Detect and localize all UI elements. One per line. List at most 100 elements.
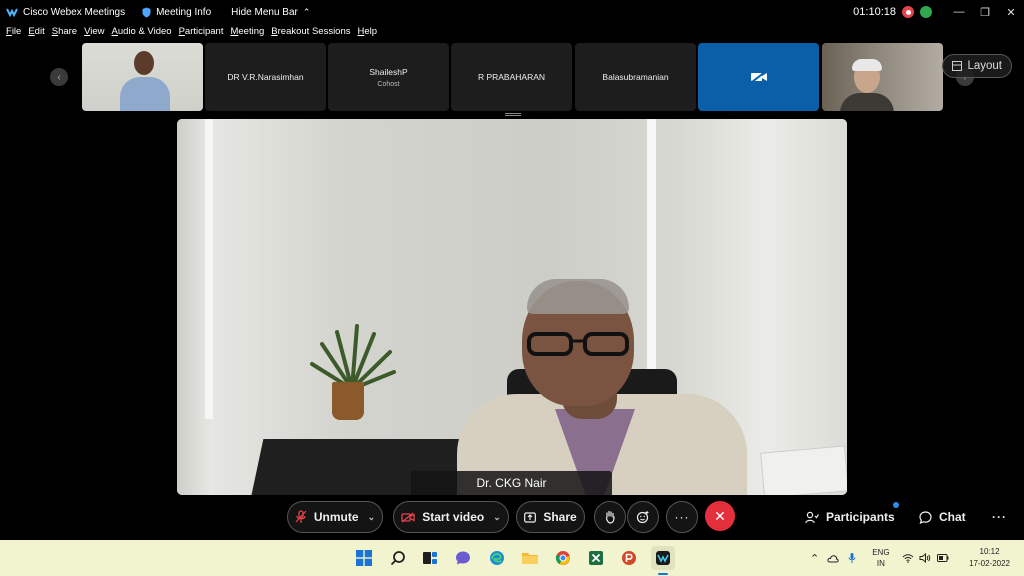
chat-label: Chat (939, 510, 966, 524)
shield-icon (142, 7, 151, 17)
recording-icon[interactable] (902, 6, 914, 18)
active-speaker-video[interactable] (177, 119, 847, 495)
webex-logo-icon (6, 8, 18, 17)
search-icon[interactable] (388, 548, 408, 568)
layout-button[interactable]: Layout (942, 54, 1012, 78)
participant-tile-5[interactable]: Balasubramanian (575, 43, 696, 111)
menu-item-8[interactable]: Help (358, 26, 378, 42)
participant-role: Cohost (377, 80, 400, 88)
participant-name: Balasubramanian (602, 72, 669, 82)
menu-bar: File Edit Share View Audio & Video Participan… (0, 26, 378, 42)
unmute-button[interactable]: Unmute ⌄ (287, 501, 383, 533)
system-clock[interactable]: 10:12 17-02-2022 (969, 546, 1010, 570)
menu-item-2[interactable]: Share (52, 26, 77, 42)
edge-browser-icon[interactable] (487, 548, 507, 568)
active-speaker-name: Dr. CKG Nair (411, 471, 612, 495)
chrome-browser-icon[interactable] (553, 548, 573, 568)
participants-label: Participants (826, 510, 895, 524)
menu-item-1[interactable]: Edit (28, 26, 44, 42)
minimize-icon[interactable]: — (946, 0, 972, 24)
powerpoint-icon[interactable] (619, 548, 639, 568)
chevron-down-icon[interactable]: ⌄ (493, 512, 501, 523)
battery-icon[interactable] (936, 554, 949, 562)
excel-icon[interactable] (586, 548, 606, 568)
app-title-text: Cisco Webex Meetings (23, 6, 126, 18)
meeting-controls: Unmute ⌄ Start video ⌄ Share ··· ✕ Parti… (0, 501, 1024, 534)
wifi-icon[interactable] (902, 553, 914, 563)
meeting-info-button[interactable]: Meeting Info (142, 0, 211, 24)
windows-start-icon[interactable] (354, 548, 374, 568)
start-video-button[interactable]: Start video ⌄ (393, 501, 509, 533)
clock-time: 10:12 (979, 547, 1000, 556)
layout-label: Layout (967, 60, 1002, 72)
chevron-down-icon[interactable]: ⌄ (368, 512, 376, 523)
hand-icon (606, 510, 615, 524)
participants-icon (805, 511, 819, 523)
participant-tile-1[interactable] (82, 43, 203, 111)
raise-hand-button[interactable] (594, 501, 626, 533)
language-code: ENG (872, 548, 890, 557)
hide-menu-bar-button[interactable]: Hide Menu Bar ⌃ (231, 0, 310, 24)
participant-name: DR V.R.Narasimhan (227, 72, 304, 82)
close-icon[interactable]: ✕ (998, 0, 1024, 24)
video-plant-pot (332, 382, 364, 420)
reactions-button[interactable] (627, 501, 659, 533)
cloud-icon[interactable] (827, 554, 839, 563)
participant-tile-3[interactable]: ShaileshP Cohost (328, 43, 449, 111)
meeting-info-label: Meeting Info (156, 6, 212, 18)
title-bar-right: 01:10:18 — ❐ ✕ (853, 0, 1024, 24)
webex-taskbar-icon[interactable] (651, 546, 675, 570)
share-screen-icon (524, 511, 537, 523)
task-view-icon[interactable] (420, 548, 440, 568)
microphone-icon[interactable] (848, 552, 856, 564)
chevron-up-icon[interactable]: ⌃ (810, 552, 819, 565)
menu-label: eeting (238, 26, 265, 37)
chat-button[interactable]: Chat (919, 501, 966, 533)
menu-label: elp (364, 26, 378, 37)
video-speaker-hair (527, 279, 629, 314)
participant-tile-6[interactable] (698, 43, 819, 111)
network-health-icon[interactable] (920, 6, 932, 18)
file-explorer-icon[interactable] (520, 548, 540, 568)
menu-label: reakout Sessions (277, 26, 351, 37)
close-icon: ✕ (714, 507, 726, 524)
menu-label: udio & Video (117, 26, 172, 37)
microphone-muted-icon (295, 510, 307, 523)
menu-label: hare (58, 26, 78, 37)
participant-strip: ‹ DR V.R.Narasimhan ShaileshP Cohost R P… (0, 43, 1024, 113)
active-speaker-name-text: Dr. CKG Nair (476, 476, 547, 490)
video-calendar (760, 445, 847, 495)
participant-tile-7[interactable] (822, 43, 943, 111)
more-options-button[interactable]: ··· (666, 501, 698, 533)
strip-resize-handle[interactable] (505, 113, 521, 116)
participant-name: ShaileshP (369, 66, 408, 77)
restore-icon[interactable]: ❐ (972, 0, 998, 24)
participants-button[interactable]: Participants (805, 501, 895, 533)
menu-item-4[interactable]: Audio & Video (112, 26, 172, 42)
menu-item-0[interactable]: File (6, 26, 21, 42)
more-panels-button[interactable]: ··· (992, 501, 1007, 533)
chevron-up-icon: ⌃ (302, 6, 311, 17)
participants-notification-badge (893, 502, 899, 508)
meeting-timer: 01:10:18 (853, 6, 896, 18)
clock-date: 17-02-2022 (969, 559, 1010, 568)
start-video-label: Start video (422, 510, 485, 524)
menu-item-6[interactable]: Meeting (230, 26, 264, 42)
share-button[interactable]: Share (516, 501, 585, 533)
input-language-indicator[interactable]: ENG IN (872, 547, 889, 569)
menu-item-7[interactable]: Breakout Sessions (271, 26, 350, 42)
menu-label: iew (90, 26, 105, 37)
menu-item-3[interactable]: View (84, 26, 104, 42)
teams-chat-icon[interactable] (453, 548, 473, 568)
participant-tile-4[interactable]: R PRABAHARAN (451, 43, 572, 111)
video-window-light (205, 119, 213, 419)
region-code: IN (876, 559, 885, 568)
share-label: Share (543, 510, 577, 524)
volume-icon[interactable] (919, 553, 931, 563)
menu-item-5[interactable]: Participant (179, 26, 224, 42)
chevron-left-icon[interactable]: ‹ (50, 68, 68, 86)
active-app-indicator (658, 573, 668, 575)
more-icon: ··· (674, 510, 690, 524)
participant-tile-2[interactable]: DR V.R.Narasimhan (205, 43, 326, 111)
end-meeting-button[interactable]: ✕ (705, 501, 735, 531)
